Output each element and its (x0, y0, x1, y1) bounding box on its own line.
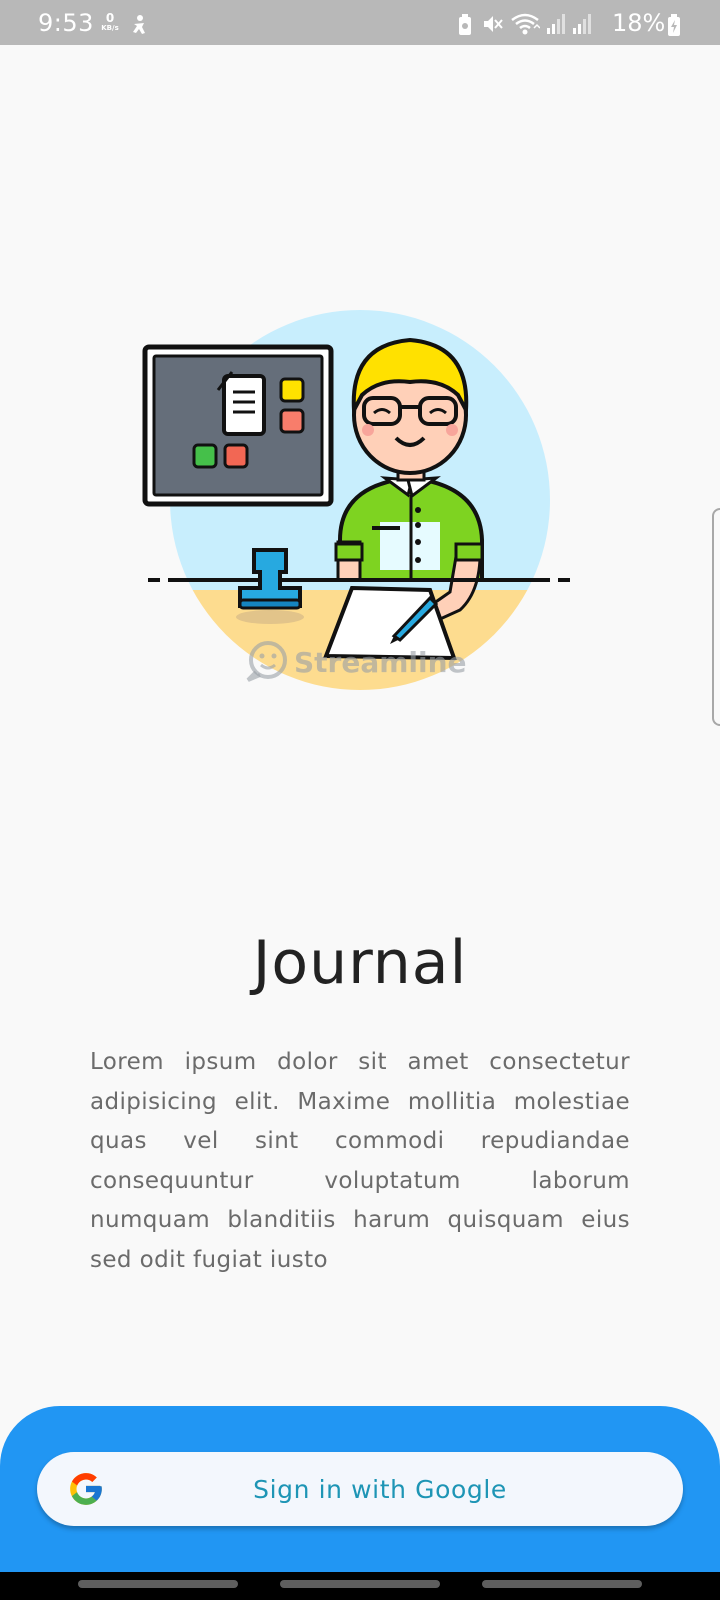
description-text: Lorem ipsum dolor sit amet consectetur a… (90, 1049, 630, 1273)
watermark-text: Streamline (294, 646, 467, 679)
network-speed: 0 KB/s (97, 12, 123, 32)
status-time: 9:53 (38, 9, 94, 37)
edge-panel-handle[interactable] (712, 508, 720, 726)
network-speed-unit: KB/s (101, 24, 119, 32)
page-title: Journal (252, 928, 468, 998)
mute-icon (484, 16, 503, 32)
signal-icon (573, 14, 591, 34)
battery-charging-icon (668, 14, 680, 36)
nav-back[interactable] (482, 1580, 642, 1588)
battery-saver-icon (459, 14, 471, 35)
google-sign-in-button[interactable]: Sign in with Google (37, 1452, 683, 1526)
battery-percent: 18% (612, 9, 666, 37)
wifi-icon (511, 13, 540, 35)
system-nav-bar (0, 1572, 720, 1600)
network-speed-value: 0 (105, 11, 115, 25)
google-sign-in-label: Sign in with Google (253, 1474, 507, 1504)
status-bar: 9:53 0 KB/s 18% (0, 0, 720, 45)
signal-icon (547, 14, 565, 34)
accessibility-icon (133, 15, 145, 34)
nav-home[interactable] (280, 1580, 440, 1588)
nav-recent-apps[interactable] (78, 1580, 238, 1588)
sign-in-panel: Sign in with Google (0, 1406, 720, 1600)
journal-illustration: Streamline (142, 310, 570, 690)
